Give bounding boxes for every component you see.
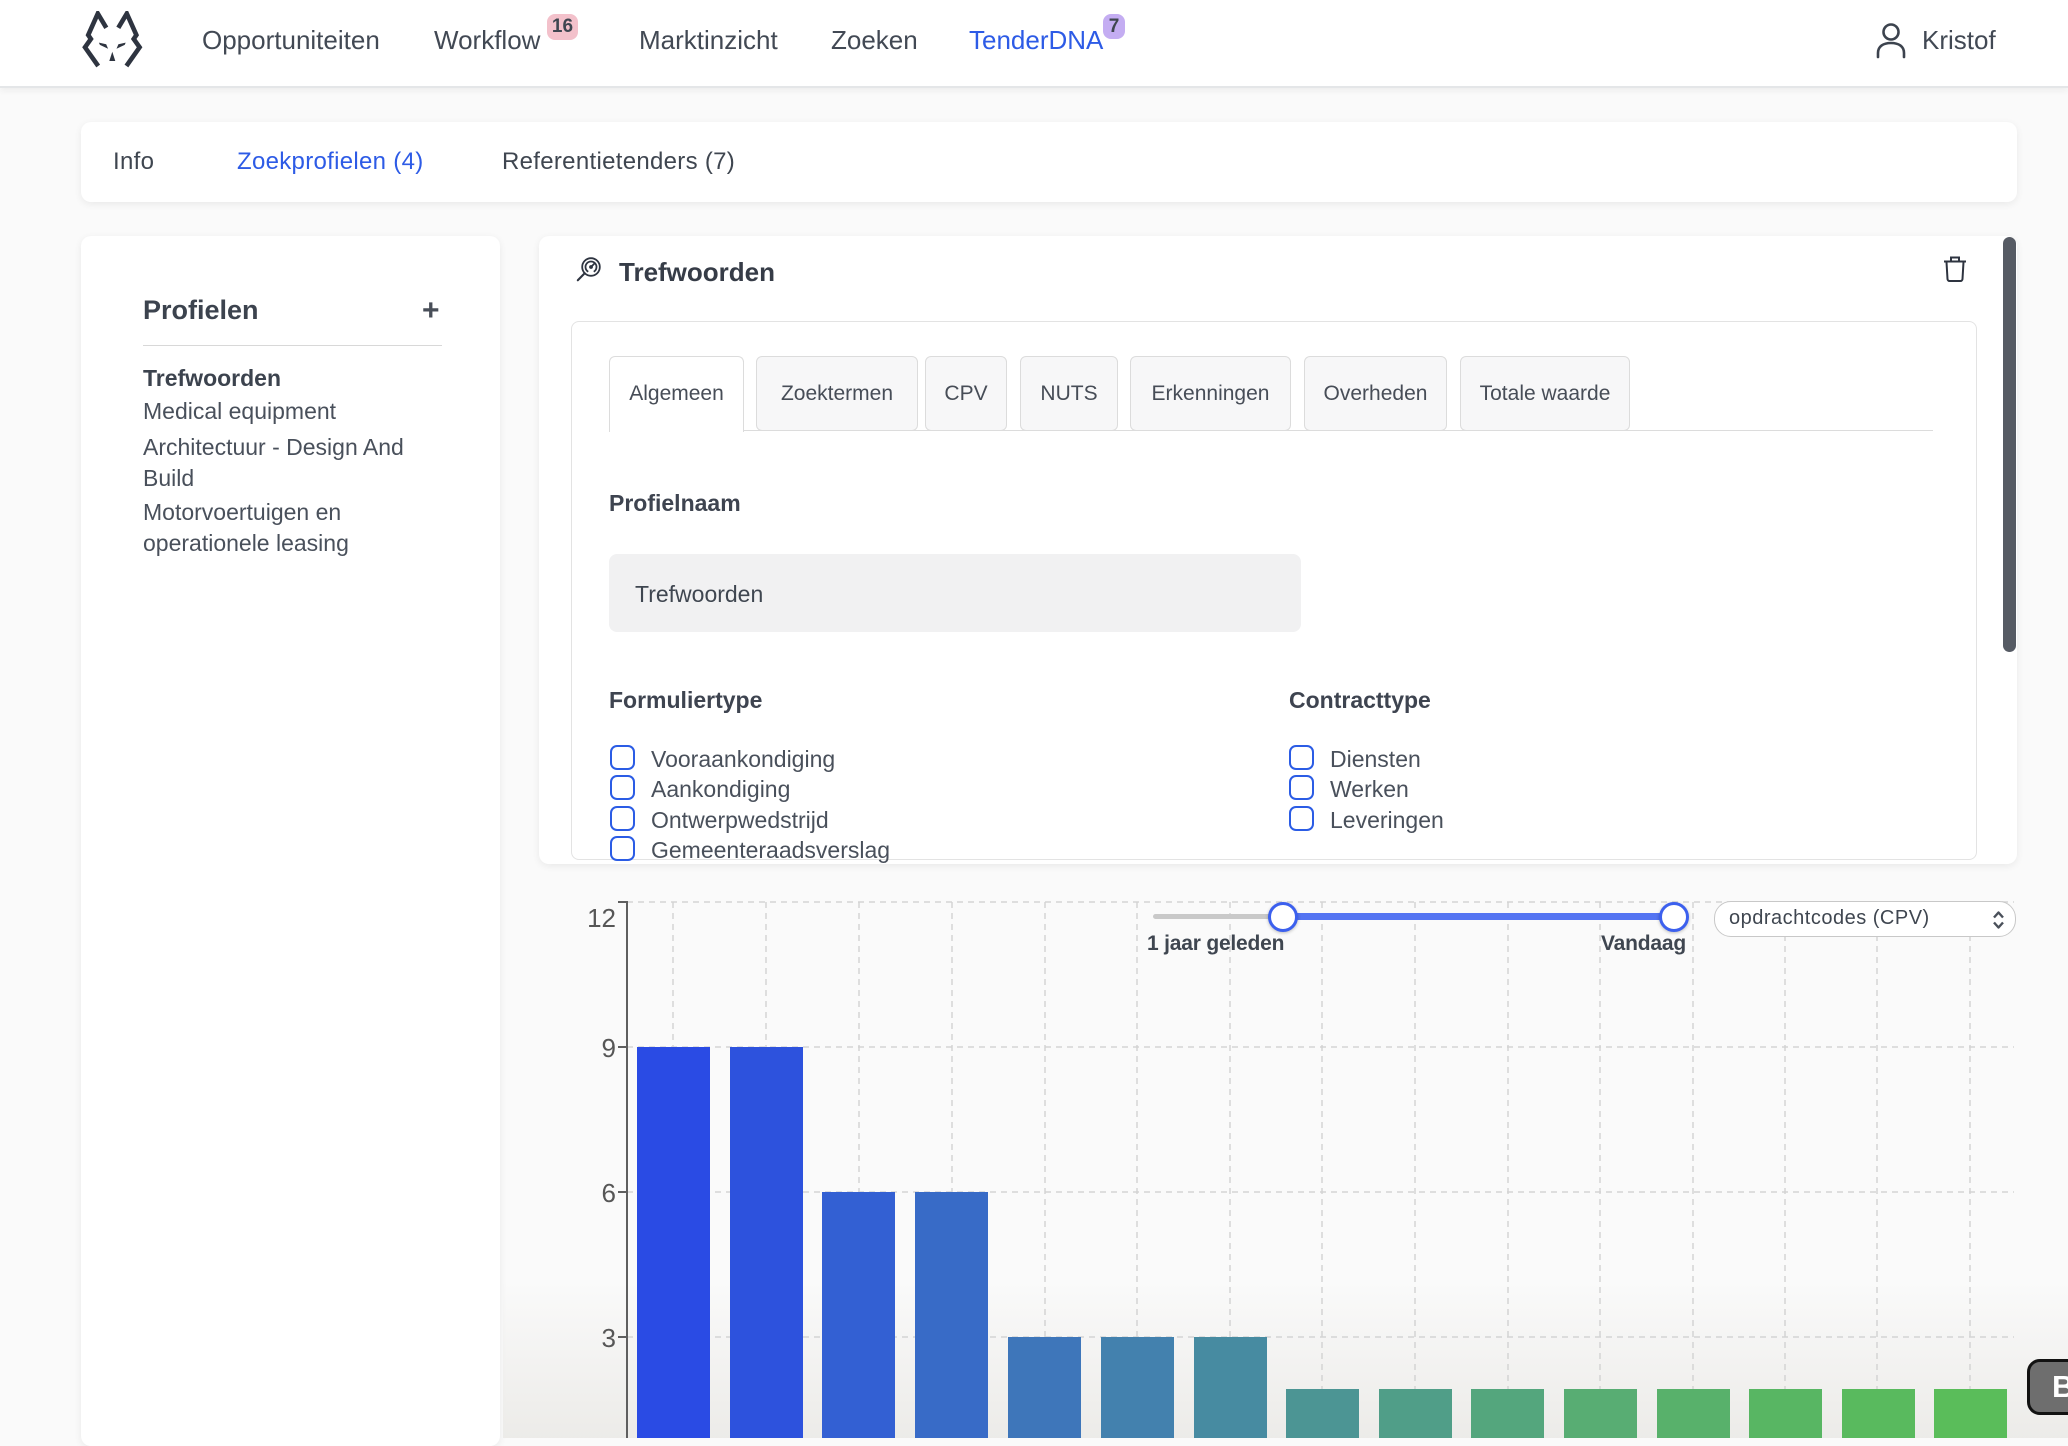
svg-text:12: 12 bbox=[587, 903, 616, 933]
svg-text:6: 6 bbox=[602, 1178, 616, 1208]
svg-text:3: 3 bbox=[602, 1323, 616, 1353]
svg-text:9: 9 bbox=[602, 1033, 616, 1063]
